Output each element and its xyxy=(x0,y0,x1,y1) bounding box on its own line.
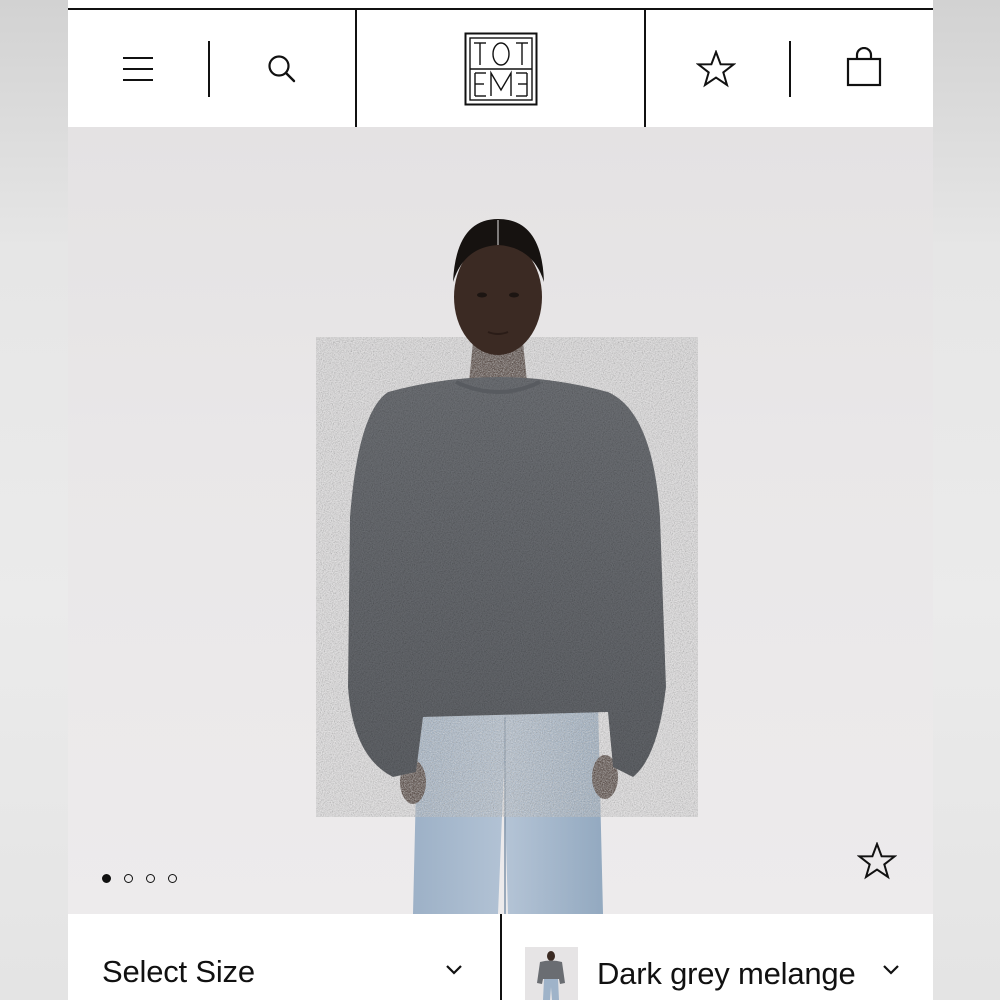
search-icon xyxy=(268,55,296,83)
size-dropdown-label: Select Size xyxy=(102,954,255,989)
shopping-bag-button[interactable] xyxy=(842,45,886,89)
color-dropdown[interactable]: Dark grey melange xyxy=(502,914,933,1000)
star-icon xyxy=(696,50,736,88)
header-divider xyxy=(208,41,210,97)
menu-button[interactable] xyxy=(116,47,160,91)
add-to-favorites-button[interactable] xyxy=(855,839,899,883)
header-right-cell xyxy=(646,10,933,127)
gallery-pagination xyxy=(102,874,177,883)
product-options-bar: Select Size Dark grey melange xyxy=(68,914,933,1000)
toteme-monogram-logo[interactable] xyxy=(464,32,538,106)
product-page: Select Size Dark grey melange xyxy=(68,0,933,1000)
right-background-margin xyxy=(933,0,1000,1000)
menu-icon xyxy=(123,57,153,81)
chevron-down-icon xyxy=(446,965,462,975)
header-divider xyxy=(789,41,791,97)
gallery-dot-1[interactable] xyxy=(102,874,111,883)
gallery-dot-3[interactable] xyxy=(146,874,155,883)
size-dropdown[interactable]: Select Size xyxy=(68,914,502,1000)
site-header xyxy=(68,8,933,129)
shopping-bag-icon xyxy=(846,47,882,87)
star-icon xyxy=(857,842,897,880)
wishlist-button[interactable] xyxy=(694,47,738,91)
product-photo xyxy=(348,219,666,914)
gallery-dot-2[interactable] xyxy=(124,874,133,883)
header-center-cell xyxy=(357,10,646,127)
gallery-dot-4[interactable] xyxy=(168,874,177,883)
color-swatch-image xyxy=(537,951,565,1000)
header-left-cell xyxy=(68,10,357,127)
left-background-margin xyxy=(0,0,68,1000)
chevron-down-icon xyxy=(883,965,899,975)
product-image-gallery[interactable] xyxy=(68,127,933,914)
search-button[interactable] xyxy=(260,47,304,91)
color-dropdown-label: Dark grey melange xyxy=(597,956,856,991)
color-swatch-thumbnail xyxy=(525,947,578,1000)
